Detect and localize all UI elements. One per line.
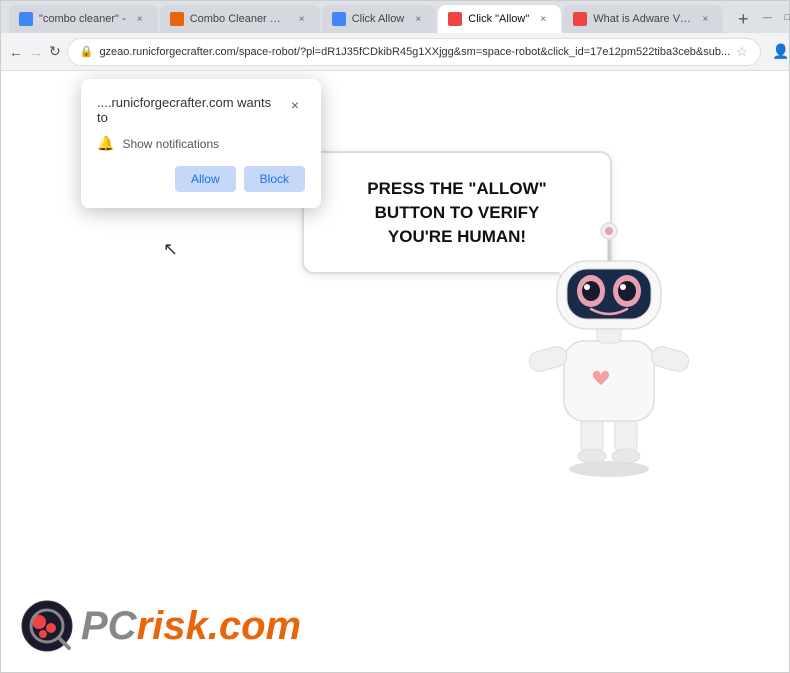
popup-notification-text: Show notifications <box>122 137 219 151</box>
tab-adware[interactable]: What is Adware Vi... × <box>563 5 723 33</box>
popup-title: ....runicforgecrafter.com wants to <box>97 95 285 125</box>
profile-button[interactable]: 👤 <box>767 38 790 66</box>
tab-label-1: "combo cleaner" - <box>39 13 126 25</box>
tab-favicon-4 <box>448 12 462 26</box>
notification-popup: ....runicforgecrafter.com wants to × 🔔 S… <box>81 79 321 208</box>
robot-illustration <box>509 201 709 461</box>
window-controls: — □ × <box>761 11 790 23</box>
tab-close-4[interactable]: × <box>535 11 551 27</box>
pcrisk-text: PCrisk.com <box>81 604 301 649</box>
bell-icon: 🔔 <box>97 135 114 152</box>
address-bar[interactable]: 🔒 gzeao.runicforgecrafter.com/space-robo… <box>67 38 761 66</box>
minimize-button[interactable]: — <box>761 11 773 23</box>
tab-close-2[interactable]: × <box>294 11 310 27</box>
tab-close-1[interactable]: × <box>132 11 148 27</box>
block-button[interactable]: Block <box>244 166 305 192</box>
page-content: ....runicforgecrafter.com wants to × 🔔 S… <box>1 71 789 672</box>
refresh-button[interactable]: ↻ <box>49 38 61 66</box>
pc-text: PC <box>81 604 137 648</box>
robot-svg <box>509 201 709 481</box>
popup-notification-row: 🔔 Show notifications <box>97 135 305 152</box>
tab-label-3: Click Allow <box>352 13 405 25</box>
tab-close-5[interactable]: × <box>697 11 713 27</box>
allow-button[interactable]: Allow <box>175 166 236 192</box>
browser-toolbar: ← → ↻ 🔒 gzeao.runicforgecrafter.com/spac… <box>1 33 789 71</box>
cursor: ↖ <box>163 239 178 260</box>
forward-button[interactable]: → <box>29 38 43 66</box>
popup-buttons: Allow Block <box>97 166 305 192</box>
tab-favicon-2 <box>170 12 184 26</box>
tab-label-5: What is Adware Vi... <box>593 13 691 25</box>
tab-combo-cleaner-pr[interactable]: Combo Cleaner Pr... × <box>160 5 320 33</box>
tab-favicon-5 <box>573 12 587 26</box>
tab-label-4: Click "Allow" <box>468 13 529 25</box>
popup-header: ....runicforgecrafter.com wants to × <box>97 95 305 125</box>
title-bar: "combo cleaner" - × Combo Cleaner Pr... … <box>1 1 789 33</box>
bookmark-icon[interactable]: ☆ <box>736 44 748 60</box>
tab-group: "combo cleaner" - × Combo Cleaner Pr... … <box>9 1 757 33</box>
maximize-button[interactable]: □ <box>781 11 790 23</box>
tab-label-2: Combo Cleaner Pr... <box>190 13 288 25</box>
tab-click-allow[interactable]: Click Allow × <box>322 5 437 33</box>
pcrisk-logo: PCrisk.com <box>21 600 301 652</box>
risk-text: risk <box>137 604 208 648</box>
speech-line2: YOU'RE HUMAN! <box>388 227 526 246</box>
pcrisk-logo-icon <box>21 600 73 652</box>
popup-close-button[interactable]: × <box>285 95 305 115</box>
com-text: .com <box>208 604 301 648</box>
back-button[interactable]: ← <box>9 38 23 66</box>
browser-frame: "combo cleaner" - × Combo Cleaner Pr... … <box>0 0 790 673</box>
address-text: gzeao.runicforgecrafter.com/space-robot/… <box>99 46 730 58</box>
tab-close-3[interactable]: × <box>410 11 426 27</box>
tab-combo-cleaner[interactable]: "combo cleaner" - × <box>9 5 158 33</box>
toolbar-icons: 👤 ⋮ <box>767 38 790 66</box>
lock-icon: 🔒 <box>80 45 94 58</box>
tab-favicon-3 <box>332 12 346 26</box>
new-tab-button[interactable]: + <box>729 5 757 33</box>
tab-favicon-1 <box>19 12 33 26</box>
tab-click-allow-active[interactable]: Click "Allow" × <box>438 5 561 33</box>
